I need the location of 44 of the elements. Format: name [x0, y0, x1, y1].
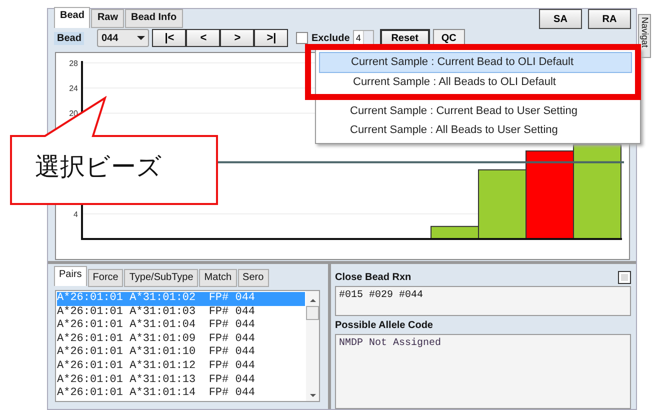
scroll-up-icon[interactable]: [310, 299, 316, 302]
list-item[interactable]: A*26:01:01 A*31:01:04 FP# 044: [57, 319, 305, 333]
bead-label: Bead: [54, 32, 84, 44]
nav-button[interactable]: <: [186, 29, 220, 47]
tab[interactable]: Bead Info: [125, 9, 183, 28]
list-item[interactable]: A*26:01:01 A*31:01:03 FP# 044: [57, 306, 305, 320]
tab[interactable]: Match: [199, 269, 237, 287]
exclude-label: Exclude: [311, 32, 350, 44]
menu-item[interactable]: Current Sample : All Beads to OLI Default: [319, 73, 632, 92]
text-field[interactable]: NMDP Not Assigned: [335, 334, 631, 409]
bead-dropdown[interactable]: 044: [97, 29, 150, 47]
list-item[interactable]: A*26:01:01 A*31:01:09 FP# 044: [57, 332, 305, 346]
menu-item[interactable]: Current Sample : All Beads to User Setting: [316, 121, 640, 140]
tab[interactable]: Sero: [238, 269, 269, 287]
scrollbar[interactable]: [306, 291, 319, 401]
text-field[interactable]: #015 #029 #044: [335, 286, 631, 316]
list-item[interactable]: A*26:01:01 A*31:01:12 FP# 044: [57, 360, 305, 374]
menu-item[interactable]: Current Sample : Current Bead to OLI Default: [319, 52, 632, 73]
axis-tick-label: 24: [69, 84, 78, 94]
nav-button[interactable]: >: [220, 29, 254, 47]
scroll-thumb[interactable]: [306, 306, 319, 320]
tab[interactable]: Force: [88, 269, 124, 287]
tab[interactable]: Raw: [91, 9, 124, 28]
nav-button[interactable]: >|: [254, 29, 288, 47]
side-tab[interactable]: Navigat: [638, 14, 651, 58]
caret-icon: [137, 36, 146, 40]
nav-button[interactable]: |<: [152, 29, 186, 47]
scroll-down-icon[interactable]: [310, 394, 316, 397]
list-item[interactable]: A*26:01:01 A*31:01:13 FP# 044: [57, 374, 305, 388]
menu-item[interactable]: Current Sample : Current Bead to User Setting: [316, 102, 640, 121]
button[interactable]: RA: [588, 9, 631, 29]
button[interactable]: SA: [539, 9, 582, 29]
exclude-checkbox[interactable]: [296, 32, 308, 44]
tab[interactable]: Pairs: [54, 266, 87, 286]
callout-text: 選択ビーズ: [35, 152, 162, 182]
section-title: Close Bead Rxn: [335, 272, 412, 282]
tab[interactable]: Type/SubType: [124, 269, 198, 287]
section-title: Possible Allele Code: [335, 320, 433, 330]
axis-tick-label: 4: [74, 210, 78, 219]
tab[interactable]: Bead: [54, 7, 90, 28]
list-item[interactable]: A*26:01:01 A*31:01:10 FP# 044: [57, 346, 305, 360]
axis-tick-label: 28: [69, 58, 78, 68]
maximize-icon[interactable]: [618, 270, 631, 284]
list-item[interactable]: A*26:01:01 A*31:01:14 FP# 044: [57, 387, 305, 401]
